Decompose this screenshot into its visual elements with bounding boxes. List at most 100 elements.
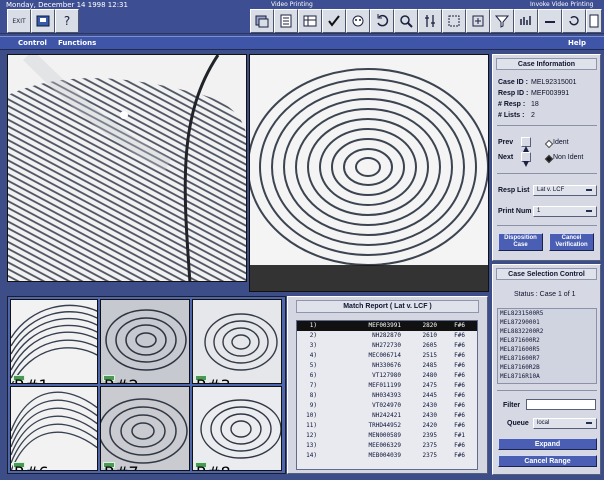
match-row[interactable]: 8) NH034393 2445 F#6	[297, 391, 477, 401]
question-icon[interactable]: ?	[55, 9, 79, 33]
ruler-icon[interactable]	[418, 9, 442, 33]
face-icon[interactable]	[346, 9, 370, 33]
expand-button[interactable]: Expand	[498, 438, 597, 450]
next-label: Next	[498, 154, 514, 161]
match-id: MEF011199	[368, 382, 401, 389]
menu-bar: Control Functions Help	[0, 36, 604, 50]
respondent-thumbnail[interactable]: R#6	[10, 386, 98, 471]
match-code: F#6	[454, 402, 465, 409]
case-list[interactable]: MEL8231500R5 MEL87290001 MEL8832200R2 ME…	[497, 308, 597, 384]
match-report-list[interactable]: 1) MEF003991 2820 F#6 2) NH282870 2610 F#6 3) NH2…	[296, 320, 478, 470]
respondent-thumbnails-grid: R#1 R#2 R#3 R#6 R#7 R#8	[7, 296, 286, 474]
case-list-item[interactable]: MEL8716R10A	[498, 372, 596, 381]
case-list-item[interactable]: MEL8231500R5	[498, 309, 596, 318]
filter-icon[interactable]	[490, 9, 514, 33]
match-score: 2475	[422, 382, 437, 389]
case-list-item[interactable]: MEL87290001	[498, 318, 596, 327]
card-icon[interactable]	[586, 9, 602, 33]
match-score: 2430	[422, 402, 437, 409]
case-status: Status : Case 1 of 1	[514, 291, 576, 298]
match-score: 2485	[422, 362, 437, 369]
ident-label: Ident	[553, 139, 569, 146]
cancel-verification-button[interactable]: Cancel Verification	[549, 233, 594, 251]
match-score: 2445	[422, 392, 437, 399]
document-icon[interactable]	[274, 9, 298, 33]
match-id: MEE006329	[368, 442, 401, 449]
match-id: MEC006714	[368, 352, 401, 359]
next-button[interactable]	[521, 152, 531, 167]
thumb-tag: R#6	[13, 462, 49, 470]
prev-button[interactable]	[521, 137, 531, 152]
case-list-item[interactable]: MEL87160R2B	[498, 363, 596, 372]
print-num-value: 1	[537, 208, 541, 214]
disposition-case-button[interactable]: Disposition Case	[498, 233, 543, 251]
respondent-thumbnail[interactable]: R#2	[100, 299, 190, 384]
match-row[interactable]: 9) VT024970 2430 F#6	[297, 401, 477, 411]
menu-functions[interactable]: Functions	[58, 39, 96, 47]
match-id: VT127980	[372, 372, 401, 379]
respondent-thumbnail[interactable]: R#3	[192, 299, 282, 384]
match-row[interactable]: 6) VT127980 2480 F#6	[297, 371, 477, 381]
filter-input[interactable]	[526, 399, 596, 410]
match-code: F#6	[454, 382, 465, 389]
match-row[interactable]: 10) NH242421 2430 F#6	[297, 411, 477, 421]
case-list-item[interactable]: MEL8832200R2	[498, 327, 596, 336]
bars-icon[interactable]	[514, 9, 538, 33]
thumb-ridges	[204, 313, 278, 371]
refresh-icon[interactable]	[562, 9, 586, 33]
match-id: NH242421	[372, 412, 401, 419]
tenprint-image[interactable]	[249, 54, 489, 292]
match-row[interactable]: 11) TRHD44952 2420 F#6	[297, 421, 477, 431]
match-row[interactable]: 3) NH272730 2605 F#6	[297, 341, 477, 351]
match-id: TRHD44952	[368, 422, 401, 429]
match-id: MEF003991	[368, 322, 401, 329]
menu-control[interactable]: Control	[18, 39, 47, 47]
respondent-thumbnail[interactable]: R#8	[192, 386, 282, 471]
stack-icon[interactable]	[250, 9, 274, 33]
match-row[interactable]: 13) MEE006329 2375 F#6	[297, 441, 477, 451]
match-code: F#6	[454, 332, 465, 339]
table-icon[interactable]	[298, 9, 322, 33]
select-icon[interactable]	[442, 9, 466, 33]
case-list-item[interactable]: MEL871600R2	[498, 336, 596, 345]
match-rank: 11)	[306, 422, 317, 429]
dash-icon[interactable]	[538, 9, 562, 33]
match-row[interactable]: 12) MEN000589 2395 F#1	[297, 431, 477, 441]
menu-help[interactable]: Help	[568, 39, 586, 47]
match-row[interactable]: 2) NH282870 2610 F#6	[297, 331, 477, 341]
thumb-tag: R#3	[195, 375, 231, 383]
match-score: 2605	[422, 342, 437, 349]
chevron-down-icon	[586, 189, 592, 191]
match-row[interactable]: 1) MEF003991 2820 F#6	[297, 321, 477, 331]
rotate-icon[interactable]	[370, 9, 394, 33]
match-code: F#1	[454, 432, 465, 439]
match-rank: 5)	[309, 362, 317, 369]
case-id-label: Case ID :	[498, 79, 528, 86]
respondent-thumbnail[interactable]: R#1	[10, 299, 98, 384]
magnify-icon[interactable]	[394, 9, 418, 33]
exit-icon[interactable]: EXIT	[7, 9, 31, 33]
non-ident-radio[interactable]	[544, 154, 554, 164]
resp-id-value: MEF003991	[531, 90, 570, 97]
ident-radio[interactable]	[544, 139, 554, 149]
checkmark-icon[interactable]	[322, 9, 346, 33]
thumb-tag: R#8	[195, 462, 231, 470]
case-list-item[interactable]: MEL871600R7	[498, 354, 596, 363]
printer-icon[interactable]	[31, 9, 55, 33]
match-row[interactable]: 14) MEB004039 2375 F#6	[297, 451, 477, 461]
print-num-dropdown[interactable]: 1	[533, 206, 597, 217]
respondent-thumbnail[interactable]: R#7	[100, 386, 190, 471]
thumb-tag: R#7	[103, 462, 139, 470]
match-row[interactable]: 4) MEC006714 2515 F#6	[297, 351, 477, 361]
match-row[interactable]: 5) NH330676 2485 F#6	[297, 361, 477, 371]
queue-dropdown[interactable]: local	[533, 418, 597, 429]
match-row[interactable]: 7) MEF011199 2475 F#6	[297, 381, 477, 391]
resp-list-dropdown[interactable]: Lat v. LCF	[533, 185, 597, 196]
match-code: F#6	[454, 392, 465, 399]
case-list-item[interactable]: MEL871600R5	[498, 345, 596, 354]
exit-label: EXIT	[12, 17, 26, 25]
cancel-range-button[interactable]: Cancel Range	[498, 455, 597, 467]
latent-print-image[interactable]	[7, 54, 247, 282]
match-score: 2480	[422, 372, 437, 379]
zoom-icon[interactable]	[466, 9, 490, 33]
